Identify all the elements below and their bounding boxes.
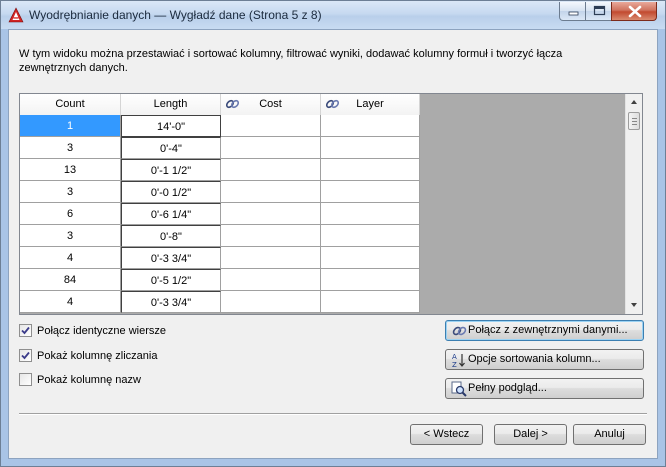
- window-title: Wyodrębnianie danych — Wygładź dane (Str…: [29, 8, 322, 22]
- table-cell[interactable]: [221, 137, 321, 159]
- minimize-icon: [568, 11, 579, 16]
- button-label: Dalej >: [513, 428, 548, 440]
- checkbox-label: Połącz identyczne wiersze: [37, 325, 167, 337]
- checkbox-box[interactable]: [19, 324, 32, 337]
- table-cell[interactable]: [221, 181, 321, 203]
- table-cell[interactable]: [221, 291, 321, 313]
- table-row[interactable]: 4 0'-3 3/4": [20, 291, 420, 313]
- table-cell[interactable]: 3: [20, 225, 121, 247]
- table-cell[interactable]: 13: [20, 159, 121, 181]
- data-grid[interactable]: Count Length Cost Layer 1 14'-0" 3 0'-4"…: [19, 93, 643, 315]
- dialog-body: W tym widoku można przestawiać i sortowa…: [8, 29, 658, 459]
- table-cell[interactable]: [221, 203, 321, 225]
- table-cell[interactable]: 0'-5 1/2": [121, 269, 221, 291]
- table-cell[interactable]: 0'-3 3/4": [121, 291, 221, 313]
- full-preview-button[interactable]: Pełny podgląd...: [445, 378, 644, 399]
- dialog-window: Wyodrębnianie danych — Wygładź dane (Str…: [0, 0, 666, 467]
- table-cell[interactable]: 0'-4": [121, 137, 221, 159]
- table-cell[interactable]: [321, 137, 420, 159]
- column-header-label: Cost: [259, 98, 282, 110]
- table-cell[interactable]: [321, 203, 420, 225]
- magnifier-icon: [451, 381, 467, 397]
- table-cell[interactable]: [321, 269, 420, 291]
- table-cell[interactable]: [221, 225, 321, 247]
- table-cell[interactable]: [321, 181, 420, 203]
- column-header-count[interactable]: Count: [20, 94, 121, 115]
- checkmark-icon: [21, 326, 30, 335]
- title-bar[interactable]: Wyodrębnianie danych — Wygładź dane (Str…: [1, 1, 665, 29]
- table-cell[interactable]: 0'-0 1/2": [121, 181, 221, 203]
- button-label: Opcje sortowania kolumn...: [468, 353, 601, 365]
- table-cell[interactable]: [321, 115, 420, 137]
- table-cell[interactable]: [221, 247, 321, 269]
- scroll-up-arrow-icon[interactable]: [626, 94, 642, 110]
- table-cell[interactable]: [321, 159, 420, 181]
- button-label: Anuluj: [594, 428, 625, 440]
- external-link-icon: [452, 326, 467, 336]
- next-button[interactable]: Dalej >: [494, 424, 567, 445]
- table-cell[interactable]: [221, 115, 321, 137]
- svg-text:Z: Z: [452, 361, 457, 368]
- table-cell[interactable]: 14'-0": [121, 115, 221, 137]
- footer-separator: [19, 413, 647, 415]
- svg-text:A: A: [452, 353, 457, 361]
- table-row[interactable]: 6 0'-6 1/4": [20, 203, 420, 225]
- scrollbar-thumb[interactable]: [628, 112, 640, 130]
- table-cell[interactable]: [321, 291, 420, 313]
- column-header-layer[interactable]: Layer: [321, 94, 420, 115]
- table-cell[interactable]: 4: [20, 291, 121, 313]
- column-header-cost[interactable]: Cost: [221, 94, 321, 115]
- maximize-icon: [593, 5, 606, 16]
- table-row[interactable]: 3 0'-8": [20, 225, 420, 247]
- table-cell[interactable]: 0'-1 1/2": [121, 159, 221, 181]
- minimize-button[interactable]: [559, 2, 586, 21]
- table-cell[interactable]: 6: [20, 203, 121, 225]
- scroll-down-arrow-icon[interactable]: [626, 297, 642, 313]
- table-cell[interactable]: [221, 159, 321, 181]
- table-row[interactable]: 4 0'-3 3/4": [20, 247, 420, 269]
- button-label: Połącz z zewnętrznymi danymi...: [468, 324, 628, 336]
- vertical-scrollbar[interactable]: [625, 94, 642, 314]
- button-label: < Wstecz: [423, 428, 470, 440]
- table-cell[interactable]: [221, 269, 321, 291]
- column-header-label: Count: [55, 98, 85, 110]
- table-cell[interactable]: 1: [20, 115, 121, 137]
- table-row[interactable]: 13 0'-1 1/2": [20, 159, 420, 181]
- description-text: W tym widoku można przestawiać i sortowa…: [19, 48, 563, 74]
- table-row[interactable]: 3 0'-0 1/2": [20, 181, 420, 203]
- column-sort-options-button[interactable]: A Z Opcje sortowania kolumn...: [445, 349, 644, 370]
- column-header-label: Length: [153, 98, 188, 110]
- column-header-length[interactable]: Length: [121, 94, 221, 115]
- table-cell[interactable]: 0'-3 3/4": [121, 247, 221, 269]
- table-cell[interactable]: 4: [20, 247, 121, 269]
- chain-link-icon: [225, 99, 240, 109]
- cancel-button[interactable]: Anuluj: [573, 424, 646, 445]
- table-cell[interactable]: 0'-8": [121, 225, 221, 247]
- table-cell[interactable]: [321, 247, 420, 269]
- table-row[interactable]: 84 0'-5 1/2": [20, 269, 420, 291]
- checkmark-icon: [21, 351, 30, 360]
- checkbox-box[interactable]: [19, 349, 32, 362]
- column-header-label: Layer: [356, 98, 384, 110]
- chain-link-icon: [325, 99, 340, 109]
- table-cell[interactable]: [321, 225, 420, 247]
- table-row[interactable]: 1 14'-0": [20, 115, 420, 137]
- close-button[interactable]: [611, 2, 657, 21]
- table-cell[interactable]: 84: [20, 269, 121, 291]
- table-cell[interactable]: 3: [20, 137, 121, 159]
- autocad-app-icon: [8, 7, 24, 23]
- sort-az-icon: A Z: [452, 353, 465, 368]
- back-button[interactable]: < Wstecz: [410, 424, 483, 445]
- grid-header: Count Length Cost Layer: [20, 94, 420, 115]
- button-label: Pełny podgląd...: [468, 382, 547, 394]
- close-icon: [628, 5, 642, 18]
- checkbox-label: Pokaż kolumnę nazw: [37, 374, 141, 386]
- table-row[interactable]: 3 0'-4": [20, 137, 420, 159]
- maximize-button[interactable]: [585, 2, 612, 21]
- table-cell[interactable]: 0'-6 1/4": [121, 203, 221, 225]
- table-cell[interactable]: 3: [20, 181, 121, 203]
- checkbox-label: Pokaż kolumnę zliczania: [37, 350, 158, 362]
- checkbox-box[interactable]: [19, 373, 32, 386]
- link-external-data-button[interactable]: Połącz z zewnętrznymi danymi...: [445, 320, 644, 341]
